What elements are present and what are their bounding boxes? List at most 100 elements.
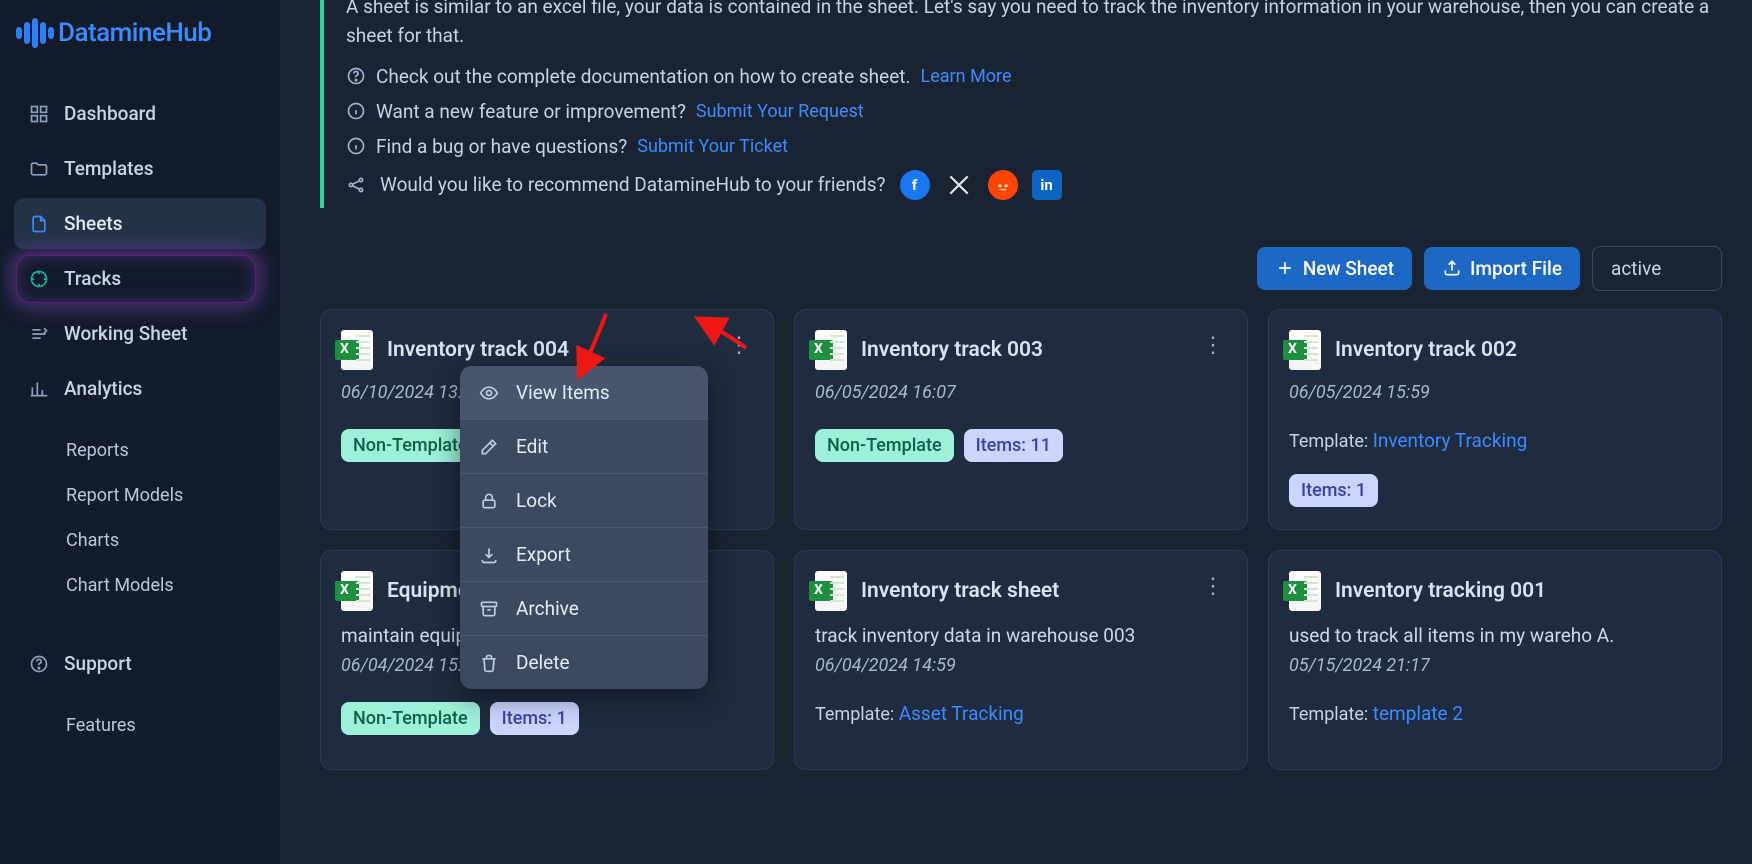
ctx-export[interactable]: Export: [460, 528, 708, 582]
sidebar-item-label: Analytics: [64, 377, 142, 400]
new-sheet-label: New Sheet: [1303, 257, 1394, 280]
info-share-row: Would you like to recommend DatamineHub …: [346, 170, 1722, 200]
card-context-menu: View Items Edit Lock Export Archive Dele…: [460, 366, 708, 689]
sheet-card[interactable]: Inventory track sheet ⋮ track inventory …: [794, 550, 1248, 771]
sheet-title: Inventory track 003: [861, 338, 1043, 362]
brand-name: DatamineHub: [58, 18, 211, 48]
items-badge: Items: 11: [964, 429, 1063, 462]
items-badge: Items: 1: [1289, 474, 1378, 507]
status-filter-select[interactable]: active: [1592, 246, 1722, 291]
learn-more-link[interactable]: Learn More: [921, 66, 1012, 87]
sheet-date: 06/04/2024 14:59: [815, 655, 1227, 676]
sheet-date: 06/05/2024 16:07: [815, 382, 1227, 403]
submit-ticket-link[interactable]: Submit Your Ticket: [637, 136, 788, 157]
share-text: Would you like to recommend DatamineHub …: [380, 173, 886, 196]
sidebar-item-working-sheet[interactable]: Working Sheet: [14, 308, 266, 359]
reddit-icon[interactable]: [988, 170, 1018, 200]
plus-icon: [1275, 258, 1295, 278]
download-icon: [478, 544, 500, 566]
sidebar-item-label: Tracks: [64, 267, 121, 290]
items-badge: Items: 1: [490, 702, 579, 735]
info-feature-row: Want a new feature or improvement? Submi…: [346, 100, 1722, 123]
target-icon: [28, 268, 50, 290]
logo-mark-icon: [16, 18, 54, 48]
non-template-badge: Non-Template: [815, 429, 954, 462]
sidebar-sub-chart-models[interactable]: Chart Models: [66, 563, 266, 608]
annotation-arrow-left: [576, 310, 616, 384]
sidebar-sub-report-models[interactable]: Report Models: [66, 473, 266, 518]
info-icon: [346, 101, 366, 121]
sheet-title: Inventory track 002: [1335, 338, 1517, 362]
share-icon: [346, 175, 366, 195]
import-file-label: Import File: [1470, 257, 1562, 280]
submit-request-link[interactable]: Submit Your Request: [696, 101, 864, 122]
template-link[interactable]: Asset Tracking: [899, 702, 1024, 725]
ctx-label: Edit: [516, 435, 548, 458]
new-sheet-button[interactable]: New Sheet: [1257, 247, 1412, 290]
sidebar-item-dashboard[interactable]: Dashboard: [14, 88, 266, 139]
sidebar-sub-features[interactable]: Features: [66, 703, 266, 748]
ctx-label: View Items: [516, 381, 610, 404]
sheet-card[interactable]: Inventory track 003 ⋮ 06/05/2024 16:07 N…: [794, 309, 1248, 530]
facebook-icon[interactable]: f: [900, 170, 930, 200]
sheet-card[interactable]: Inventory tracking 001 used to track all…: [1268, 550, 1722, 771]
info-lead: A sheet is similar to an excel file, you…: [346, 0, 1722, 51]
template-link[interactable]: template 2: [1373, 702, 1463, 725]
excel-file-icon: [815, 571, 847, 611]
folder-icon: [28, 158, 50, 180]
brand-logo[interactable]: DatamineHub: [0, 18, 280, 88]
analytics-icon: [28, 378, 50, 400]
trash-icon: [478, 652, 500, 674]
eye-icon: [478, 382, 500, 404]
sidebar-item-analytics[interactable]: Analytics: [14, 363, 266, 414]
ctx-label: Lock: [516, 489, 557, 512]
upload-icon: [1442, 258, 1462, 278]
template-label: Template:: [1289, 704, 1373, 725]
excel-file-icon: [1289, 571, 1321, 611]
excel-file-icon: [341, 571, 373, 611]
sheet-title: Inventory tracking 001: [1335, 579, 1546, 603]
ctx-label: Archive: [516, 597, 579, 620]
ctx-label: Export: [516, 543, 571, 566]
annotation-arrow-right: [700, 318, 750, 362]
ctx-archive[interactable]: Archive: [460, 582, 708, 636]
linkedin-icon[interactable]: in: [1032, 170, 1062, 200]
sidebar-item-support[interactable]: Support: [14, 638, 266, 689]
import-file-button[interactable]: Import File: [1424, 247, 1580, 290]
working-sheet-icon: [28, 323, 50, 345]
edit-icon: [478, 436, 500, 458]
info-doc-text: Check out the complete documentation on …: [376, 65, 911, 88]
non-template-badge: Non-Template: [341, 702, 480, 735]
x-twitter-icon[interactable]: [944, 170, 974, 200]
ctx-lock[interactable]: Lock: [460, 474, 708, 528]
dashboard-icon: [28, 103, 50, 125]
sheet-date: 05/15/2024 21:17: [1289, 655, 1701, 676]
help-icon: [28, 653, 50, 675]
info-feature-text: Want a new feature or improvement?: [376, 100, 686, 123]
ctx-edit[interactable]: Edit: [460, 420, 708, 474]
ctx-delete[interactable]: Delete: [460, 636, 708, 689]
template-link[interactable]: Inventory Tracking: [1373, 429, 1528, 452]
sidebar-item-tracks[interactable]: Tracks: [14, 253, 266, 304]
sidebar-item-label: Support: [64, 652, 132, 675]
excel-file-icon: [1289, 330, 1321, 370]
toolbar: New Sheet Import File active: [320, 246, 1722, 291]
info-bug-row: Find a bug or have questions? Submit You…: [346, 135, 1722, 158]
sidebar-item-templates[interactable]: Templates: [14, 143, 266, 194]
status-filter-value: active: [1611, 257, 1661, 280]
card-more-button[interactable]: ⋮: [1199, 573, 1227, 601]
non-template-badge: Non-Template: [341, 429, 480, 462]
sidebar-item-label: Templates: [64, 157, 153, 180]
info-icon: [346, 136, 366, 156]
sheet-description: used to track all items in my wareho A.: [1289, 623, 1701, 650]
sidebar-sub-charts[interactable]: Charts: [66, 518, 266, 563]
sidebar-item-sheets[interactable]: Sheets: [14, 198, 266, 249]
sheet-date: 06/05/2024 15:59: [1289, 382, 1701, 403]
sidebar-item-label: Dashboard: [64, 102, 156, 125]
card-more-button[interactable]: ⋮: [1199, 332, 1227, 360]
sidebar-item-label: Working Sheet: [64, 322, 188, 345]
sidebar-sub-reports[interactable]: Reports: [66, 428, 266, 473]
ctx-label: Delete: [516, 651, 570, 674]
sheet-card[interactable]: Inventory track 002 06/05/2024 15:59 Tem…: [1268, 309, 1722, 530]
file-icon: [28, 213, 50, 235]
